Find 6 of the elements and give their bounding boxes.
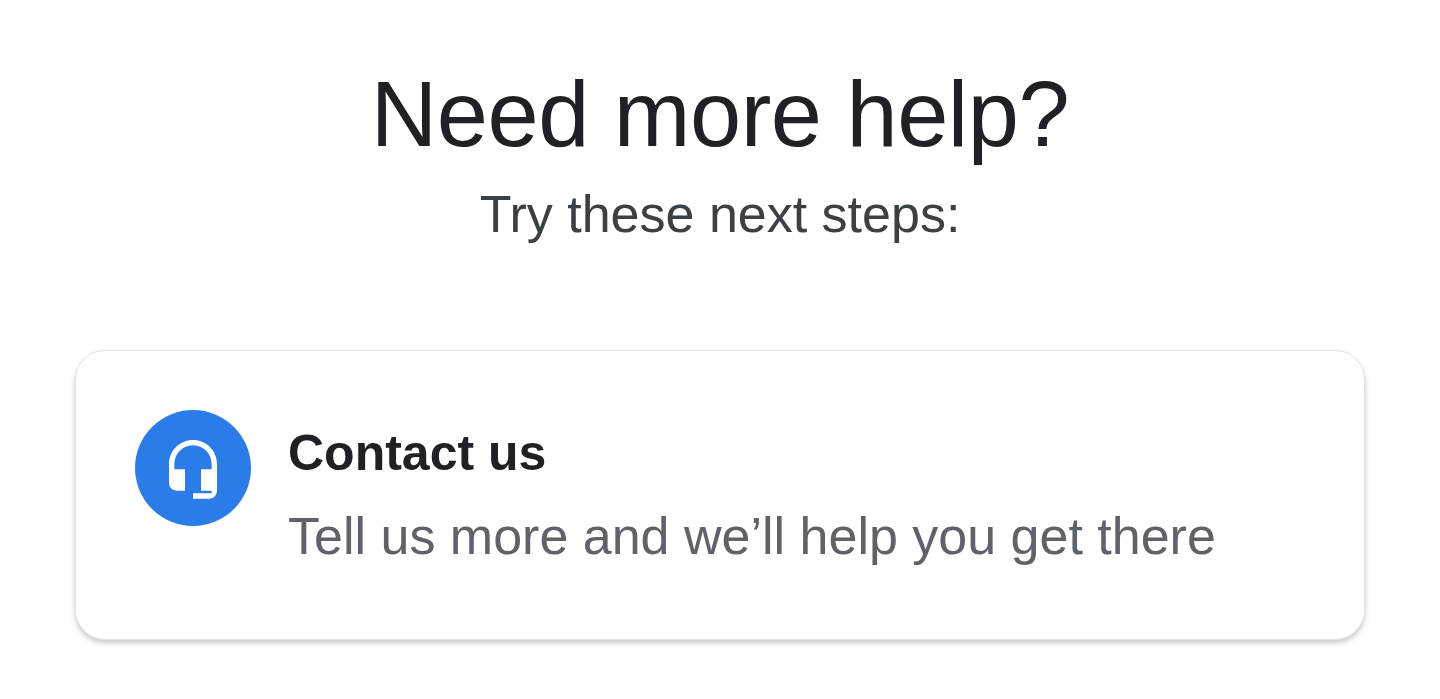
card-description: Tell us more and we’ll help you get there — [288, 506, 1216, 566]
page-heading: Need more help? — [370, 62, 1070, 166]
headset-icon — [135, 410, 251, 526]
contact-card[interactable]: Contact us Tell us more and we’ll help you get there — [75, 350, 1365, 640]
page-subheading: Try these next steps: — [479, 184, 961, 244]
card-title: Contact us — [288, 424, 548, 482]
